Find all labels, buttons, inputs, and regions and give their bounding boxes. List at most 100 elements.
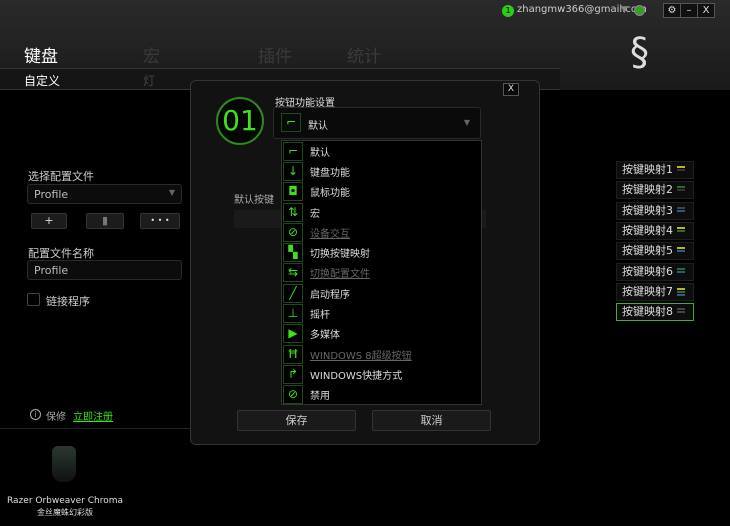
function-option-label: WINDOWS 8超级按钮 — [310, 350, 412, 362]
function-option[interactable]: ⇅ 宏 — [282, 202, 481, 222]
keymap-color-icon — [677, 308, 685, 314]
link-program-label: 链接程序 — [46, 295, 90, 308]
keymap-item[interactable]: 按键映射1 — [616, 161, 694, 179]
keymap-item[interactable]: 按键映射5 — [616, 242, 694, 261]
add-profile-button[interactable]: + — [31, 213, 67, 229]
function-option-label: 启动程序 — [310, 289, 350, 301]
profile-switch-icon: ⇆ — [283, 263, 303, 283]
function-option[interactable]: ╱ 启动程序 — [282, 283, 481, 303]
device-name-cn: 金丝魔蛛幻彩版 — [37, 508, 93, 517]
media-icon: ▶ — [283, 324, 303, 344]
charms-icon: Ħ — [283, 344, 303, 364]
function-option[interactable]: ▚ 切换按键映射 — [282, 242, 481, 263]
function-option[interactable]: ↱ WINDOWS快捷方式 — [282, 364, 481, 384]
disable-icon: ⊘ — [283, 385, 303, 405]
keymap-item[interactable]: 按键映射8 — [616, 303, 694, 322]
register-link[interactable]: 立即注册 — [73, 408, 113, 423]
default-icon: ⌐ — [283, 141, 303, 161]
keymap-label: 按键映射4 — [622, 223, 673, 237]
tab-plugins[interactable]: 插件 — [258, 42, 292, 67]
function-option-label: 键盘功能 — [310, 167, 350, 179]
function-option-label: 摇杆 — [310, 310, 330, 322]
keyboard-icon: ↓ — [283, 161, 303, 181]
joystick-icon: ⊥ — [283, 304, 303, 324]
function-option[interactable]: ⊘ 禁用 — [282, 385, 481, 405]
keymap-color-icon — [677, 226, 685, 233]
subtab-lighting[interactable]: 灯 — [143, 72, 155, 89]
subtab-customize[interactable]: 自定义 — [24, 72, 60, 89]
keymap-color-icon — [677, 206, 685, 213]
function-option-label: 设备交互 — [310, 228, 350, 240]
cancel-button[interactable]: 取消 — [372, 410, 491, 431]
divider — [0, 428, 190, 429]
tab-stats[interactable]: 统计 — [347, 42, 381, 67]
chevron-down-icon: ▼ — [463, 118, 470, 127]
function-option[interactable]: ⊘ 设备交互 — [282, 222, 481, 242]
key-number: 01 — [216, 97, 264, 145]
keymap-item[interactable]: 按键映射6 — [616, 262, 694, 281]
keymap-item[interactable]: 按键映射7 — [616, 282, 694, 301]
function-option-label: 鼠标功能 — [310, 188, 350, 200]
keymap-label: 按键映射6 — [622, 264, 673, 278]
keymap-item[interactable]: 按键映射3 — [616, 201, 694, 220]
account-dropdown-icon[interactable]: ▼ — [621, 5, 628, 15]
minimize-button[interactable]: – — [680, 3, 698, 18]
keymap-color-icon — [677, 287, 685, 297]
notification-badge[interactable]: 1 — [502, 5, 514, 17]
function-option[interactable]: ⊥ 摇杆 — [282, 303, 481, 324]
mouse-icon: ◘ — [283, 182, 303, 202]
device-icon: ⊘ — [283, 222, 303, 242]
function-option[interactable]: ↓ 键盘功能 — [282, 161, 481, 181]
link-program-checkbox[interactable] — [27, 293, 40, 306]
profile-name-label: 配置文件名称 — [28, 247, 94, 260]
info-icon: i — [30, 409, 41, 420]
select-profile-label: 选择配置文件 — [28, 170, 94, 183]
keymap-label: 按键映射5 — [622, 244, 673, 258]
function-dropdown-value: 默认 — [308, 121, 328, 132]
keymap-label: 按键映射3 — [622, 203, 673, 217]
keymap-label: 按键映射8 — [622, 305, 673, 319]
status-icon[interactable] — [634, 5, 645, 16]
warranty-label: 保修 — [46, 412, 66, 423]
function-option-label: 默认 — [310, 147, 330, 159]
shortcut-icon: ↱ — [283, 364, 303, 384]
function-option[interactable]: ▶ 多媒体 — [282, 324, 481, 344]
keymap-item[interactable]: 按键映射2 — [616, 181, 694, 200]
tab-keyboard[interactable]: 键盘 — [24, 42, 58, 67]
function-option-label: 禁用 — [310, 391, 330, 403]
save-button[interactable]: 保存 — [237, 410, 356, 431]
more-options-button[interactable]: • • • — [140, 213, 180, 229]
function-option-label: 切换按键映射 — [310, 249, 370, 261]
dialog-close-button[interactable]: X — [503, 83, 519, 96]
function-option[interactable]: Ħ WINDOWS 8超级按钮 — [282, 344, 481, 364]
launch-icon: ╱ — [283, 283, 303, 303]
razer-logo: § — [630, 30, 649, 74]
function-dropdown-list: ⌐ 默认 ↓ 键盘功能 ◘ 鼠标功能 ⇅ 宏 ⊘ 设备交互 ▚ 切换按键映射 ⇆ 切换配置文件 ╱ 启动程序 ⊥… — [281, 140, 482, 405]
device-name: Razer Orbweaver Chroma — [6, 496, 123, 506]
keymap-label: 按键映射7 — [622, 284, 673, 298]
default-key-label: 默认按键 — [234, 195, 274, 206]
function-option-label: 宏 — [310, 208, 320, 220]
function-option-label: WINDOWS快捷方式 — [310, 370, 403, 382]
chevron-down-icon: ▼ — [168, 188, 175, 197]
keymap-item[interactable]: 按键映射4 — [616, 221, 694, 240]
profile-name-input[interactable]: Profile — [27, 260, 182, 280]
function-dropdown[interactable]: ⌐ 默认 ▼ — [273, 107, 481, 139]
function-option-label: 切换配置文件 — [310, 269, 370, 281]
settings-button[interactable]: ⚙ — [663, 3, 681, 18]
function-option[interactable]: ⌐ 默认 — [282, 141, 481, 161]
function-option[interactable]: ⇆ 切换配置文件 — [282, 263, 481, 283]
macro-icon: ⇅ — [283, 202, 303, 222]
profile-select[interactable]: Profile ▼ — [27, 184, 182, 204]
device-image[interactable] — [52, 446, 76, 482]
keymap-switch-icon: ▚ — [283, 243, 303, 263]
function-option-label: 多媒体 — [310, 330, 340, 342]
function-option[interactable]: ◘ 鼠标功能 — [282, 182, 481, 202]
delete-profile-button[interactable]: ▮ — [86, 213, 124, 229]
close-button[interactable]: X — [697, 3, 715, 18]
keymap-color-icon — [677, 166, 685, 172]
profile-select-value: Profile — [34, 188, 69, 201]
keymap-label: 按键映射1 — [622, 163, 673, 176]
keymap-color-icon — [677, 247, 685, 253]
tab-macro[interactable]: 宏 — [143, 42, 160, 67]
